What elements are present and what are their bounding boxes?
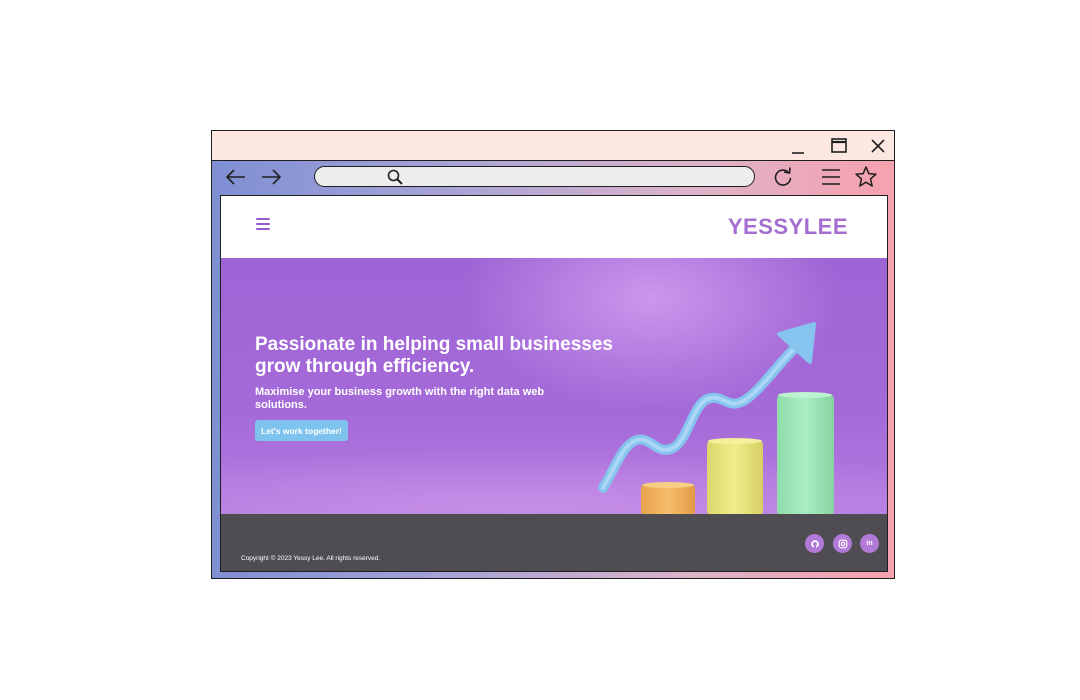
hamburger-icon[interactable] bbox=[818, 164, 844, 190]
growth-chart-illustration bbox=[598, 322, 834, 514]
hero-headline: Passionate in helping small businesses g… bbox=[255, 334, 613, 377]
browser-viewport: YESSYLEE Passionate in helping small bus… bbox=[220, 195, 888, 572]
arrow-left-icon[interactable] bbox=[223, 164, 249, 190]
star-icon[interactable] bbox=[853, 164, 879, 190]
copyright-text: Copyright © 2023 Yessy Lee. All rights r… bbox=[241, 555, 381, 562]
bar-green bbox=[777, 392, 834, 514]
maximize-icon[interactable] bbox=[828, 135, 850, 157]
address-input[interactable] bbox=[411, 169, 735, 185]
address-bar[interactable] bbox=[314, 166, 755, 187]
minimize-icon[interactable] bbox=[787, 135, 809, 157]
hero-section: Passionate in helping small businesses g… bbox=[221, 258, 887, 514]
hamburger-icon[interactable] bbox=[256, 218, 270, 232]
browser-titlebar bbox=[212, 131, 894, 161]
browser-toolbar bbox=[212, 161, 894, 193]
bar-yellow bbox=[707, 438, 763, 514]
cta-button[interactable]: Let's work together! bbox=[255, 420, 348, 441]
browser-window: YESSYLEE Passionate in helping small bus… bbox=[211, 130, 895, 579]
hero-subheadline: Maximise your business growth with the r… bbox=[255, 386, 545, 411]
search-icon bbox=[385, 167, 405, 187]
bar-orange bbox=[641, 482, 695, 514]
site-header: YESSYLEE bbox=[221, 196, 887, 259]
arrow-right-icon[interactable] bbox=[258, 164, 284, 190]
instagram-icon[interactable] bbox=[833, 534, 852, 553]
close-icon[interactable] bbox=[867, 135, 889, 157]
reload-icon[interactable] bbox=[770, 164, 796, 190]
github-icon[interactable] bbox=[805, 534, 824, 553]
linkedin-icon[interactable]: in bbox=[860, 534, 879, 553]
brand-logo[interactable]: YESSYLEE bbox=[728, 214, 848, 240]
site-footer: Copyright © 2023 Yessy Lee. All rights r… bbox=[221, 514, 887, 571]
